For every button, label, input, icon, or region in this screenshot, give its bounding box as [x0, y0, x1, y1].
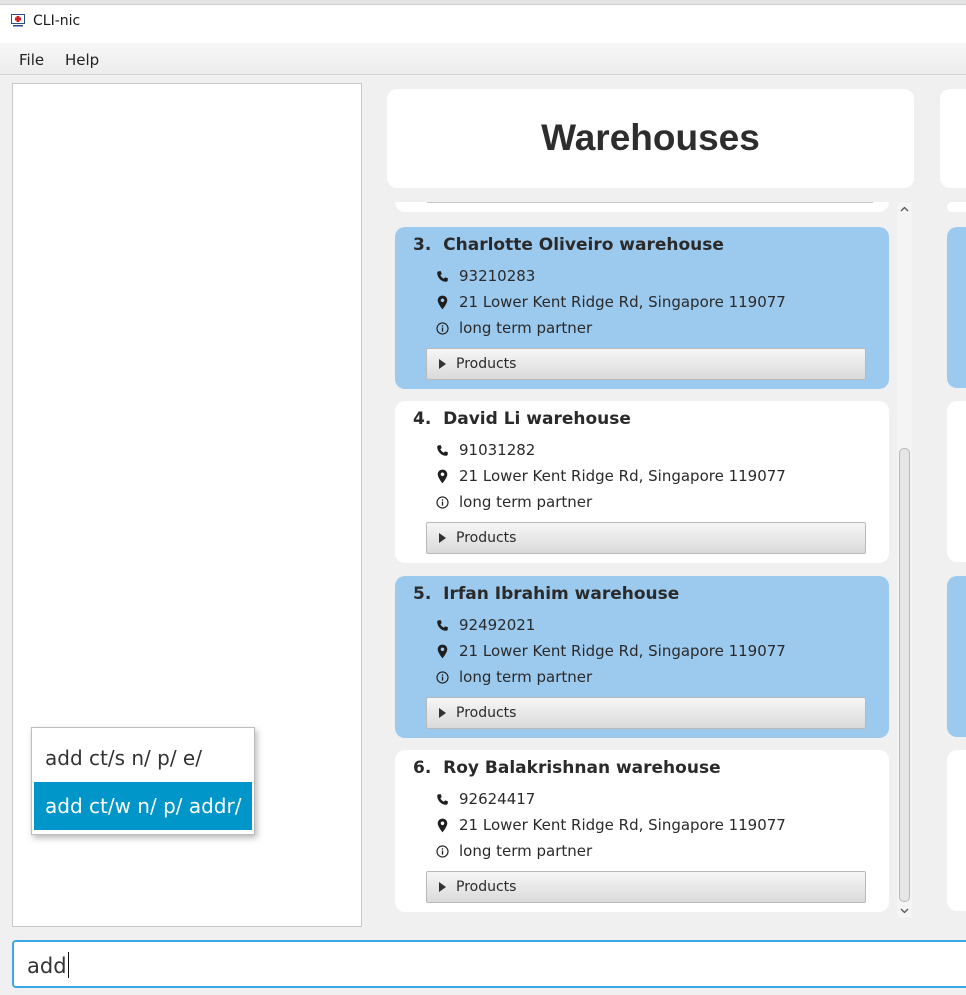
- warehouse-card[interactable]: 6. Roy Balakrishnan warehouse 92624417 2…: [395, 750, 889, 912]
- products-label: Products: [456, 879, 517, 895]
- warehouse-phone: 92492021: [459, 616, 536, 634]
- warehouse-phone: 92624417: [459, 790, 536, 808]
- phone-row: 93210283: [435, 265, 535, 287]
- command-input-text: add: [27, 952, 69, 978]
- chevron-down-icon[interactable]: [899, 905, 910, 916]
- warehouse-list[interactable]: 3. Charlotte Oliveiro warehouse 93210283…: [387, 202, 914, 918]
- warehouse-name: David Li warehouse: [443, 409, 631, 429]
- map-pin-icon: [435, 818, 449, 832]
- warehouse-title: 4. David Li warehouse: [413, 409, 631, 429]
- map-pin-icon: [435, 469, 449, 483]
- products-titled-pane[interactable]: Products: [426, 697, 866, 729]
- warehouse-title: 5. Irfan Ibrahim warehouse: [413, 584, 679, 604]
- warehouse-index: 3.: [413, 235, 432, 255]
- remark-row: long term partner: [435, 491, 592, 513]
- page-title: Warehouses: [541, 117, 760, 158]
- background-tab-strip: [0, 0, 966, 5]
- next-column-header-card: [940, 89, 966, 188]
- menu-help[interactable]: Help: [65, 51, 99, 69]
- menu-bar: File Help: [0, 43, 966, 75]
- map-pin-icon: [435, 644, 449, 658]
- map-pin-icon: [435, 295, 449, 309]
- autocomplete-option-highlighted[interactable]: add ct/w n/ p/ addr/: [34, 782, 252, 830]
- address-row: 21 Lower Kent Ridge Rd, Singapore 119077: [435, 640, 786, 662]
- warehouse-phone: 91031282: [459, 441, 536, 459]
- warehouse-list-scrollbar[interactable]: [897, 202, 912, 918]
- warehouse-index: 6.: [413, 758, 432, 778]
- next-column-card-partial: [947, 202, 966, 212]
- warehouse-remark: long term partner: [459, 668, 593, 686]
- phone-icon: [435, 269, 449, 283]
- phone-row: 92624417: [435, 788, 535, 810]
- products-titled-pane[interactable]: Products: [426, 522, 866, 554]
- warehouse-card[interactable]: 3. Charlotte Oliveiro warehouse 93210283…: [395, 227, 889, 389]
- warehouse-remark: long term partner: [459, 493, 593, 511]
- phone-icon: [435, 792, 449, 806]
- chevron-up-icon[interactable]: [899, 204, 910, 215]
- autocomplete-popup: add ct/s n/ p/ e/ add ct/w n/ p/ addr/: [31, 727, 255, 835]
- next-column-card-partial: [947, 401, 966, 562]
- triangle-right-icon: [439, 359, 446, 369]
- window-titlebar: CLI-nic: [0, 0, 966, 43]
- warehouse-index: 5.: [413, 584, 432, 604]
- products-titled-pane[interactable]: Products: [426, 348, 866, 380]
- next-column-card-partial: [947, 227, 966, 388]
- autocomplete-option[interactable]: add ct/s n/ p/ e/: [34, 734, 252, 782]
- warehouse-title: 3. Charlotte Oliveiro warehouse: [413, 235, 724, 255]
- address-row: 21 Lower Kent Ridge Rd, Singapore 119077: [435, 291, 786, 313]
- command-input[interactable]: add: [12, 940, 966, 988]
- warehouses-header-card: Warehouses: [387, 89, 914, 188]
- scrollbar-thumb[interactable]: [899, 448, 910, 902]
- warehouse-address: 21 Lower Kent Ridge Rd, Singapore 119077: [459, 642, 786, 660]
- warehouse-card[interactable]: 4. David Li warehouse 91031282 21 Lower …: [395, 401, 889, 563]
- triangle-right-icon: [439, 708, 446, 718]
- warehouse-address: 21 Lower Kent Ridge Rd, Singapore 119077: [459, 293, 786, 311]
- products-label: Products: [456, 530, 517, 546]
- phone-row: 91031282: [435, 439, 535, 461]
- products-label: Products: [456, 356, 517, 372]
- address-row: 21 Lower Kent Ridge Rd, Singapore 119077: [435, 465, 786, 487]
- warehouse-index: 4.: [413, 409, 432, 429]
- next-column-card-partial: [947, 576, 966, 737]
- text-caret: [67, 952, 69, 978]
- warehouse-remark: long term partner: [459, 842, 593, 860]
- info-icon: [435, 844, 449, 858]
- triangle-right-icon: [439, 533, 446, 543]
- phone-icon: [435, 443, 449, 457]
- info-icon: [435, 670, 449, 684]
- remark-row: long term partner: [435, 666, 592, 688]
- triangle-right-icon: [439, 882, 446, 892]
- menu-file[interactable]: File: [19, 51, 44, 69]
- warehouse-address: 21 Lower Kent Ridge Rd, Singapore 119077: [459, 816, 786, 834]
- warehouse-name: Charlotte Oliveiro warehouse: [443, 235, 724, 255]
- phone-row: 92492021: [435, 614, 535, 636]
- warehouse-remark: long term partner: [459, 319, 593, 337]
- warehouse-card-partial: [395, 202, 889, 212]
- warehouse-name: Roy Balakrishnan warehouse: [443, 758, 721, 778]
- app-icon: [11, 14, 25, 27]
- address-row: 21 Lower Kent Ridge Rd, Singapore 119077: [435, 814, 786, 836]
- info-icon: [435, 321, 449, 335]
- products-label: Products: [456, 705, 517, 721]
- warehouse-name: Irfan Ibrahim warehouse: [443, 584, 680, 604]
- command-input-value: add: [27, 954, 67, 978]
- warehouse-title: 6. Roy Balakrishnan warehouse: [413, 758, 721, 778]
- warehouse-card[interactable]: 5. Irfan Ibrahim warehouse 92492021 21 L…: [395, 576, 889, 738]
- phone-icon: [435, 618, 449, 632]
- warehouse-address: 21 Lower Kent Ridge Rd, Singapore 119077: [459, 467, 786, 485]
- products-titled-pane[interactable]: Products: [426, 871, 866, 903]
- window-title: CLI-nic: [33, 13, 81, 29]
- divider: [427, 202, 873, 203]
- warehouse-phone: 93210283: [459, 267, 536, 285]
- remark-row: long term partner: [435, 317, 592, 339]
- remark-row: long term partner: [435, 840, 592, 862]
- info-icon: [435, 495, 449, 509]
- next-column-card-partial: [947, 750, 966, 911]
